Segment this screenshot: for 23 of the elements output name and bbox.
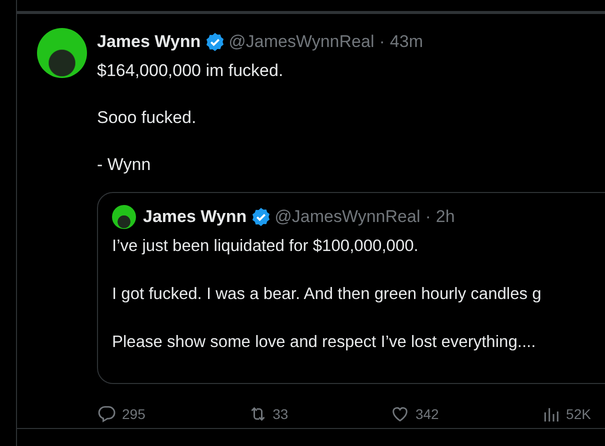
author-handle[interactable]: @JamesWynnReal: [228, 32, 374, 52]
post-time: 2h: [436, 207, 455, 227]
quoted-post-card[interactable]: James Wynn @JamesWynnReal · 2h I’ve just been liquidated for $100,000,000. I got fucked. I was a bear. And then green hourly candles g Please show some love and respect I’ve lost everything....: [97, 192, 605, 384]
separator-dot: ·: [425, 207, 431, 227]
avatar-placeholder[interactable]: [37, 28, 87, 78]
post-text: $164,000,000 im fucked.: [97, 60, 284, 82]
repost-button[interactable]: 33: [248, 404, 288, 424]
reply-button[interactable]: 295: [97, 404, 146, 424]
separator-dot: ·: [379, 32, 385, 52]
quoted-post-text: I’ve just been liquidated for $100,000,000.: [112, 236, 420, 257]
speech-bubble-icon: [97, 404, 117, 424]
avatar-placeholder: [112, 205, 136, 229]
post-time[interactable]: 43m: [390, 32, 423, 52]
author-name: James Wynn: [143, 207, 247, 227]
views-button[interactable]: 52K: [541, 404, 591, 424]
author-handle: @JamesWynnReal: [274, 207, 420, 227]
author-name[interactable]: James Wynn: [97, 32, 201, 52]
quoted-post-text: I got fucked. I was a bear. And then green hourly candles g: [112, 284, 542, 305]
like-button[interactable]: 342: [390, 404, 439, 424]
post-text: Sooo fucked.: [97, 107, 198, 129]
heart-icon: [390, 404, 410, 424]
quoted-post-text: Please show some love and respect I’ve lost everything....: [112, 332, 537, 353]
post-text: - Wynn: [97, 154, 152, 176]
